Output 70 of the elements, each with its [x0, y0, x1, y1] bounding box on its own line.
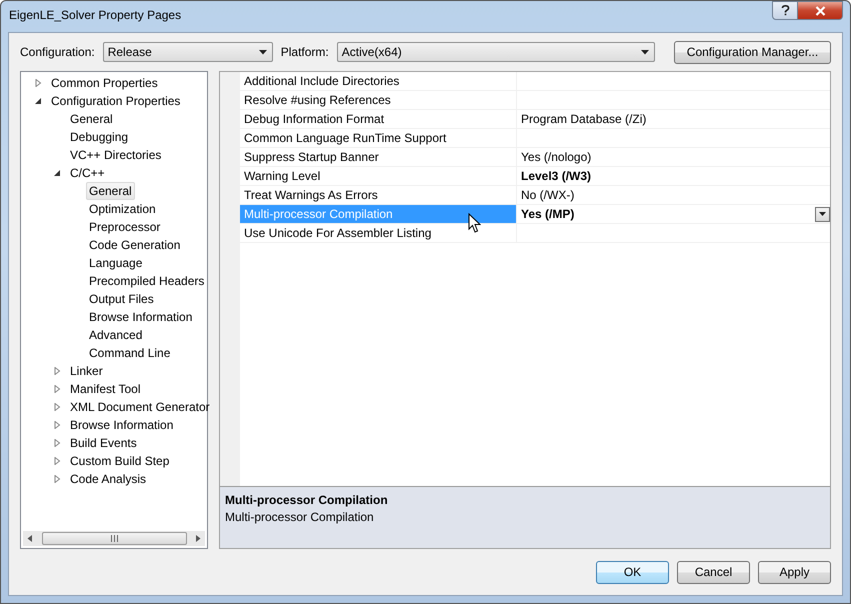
- collapsed-triangle-icon[interactable]: [53, 457, 61, 465]
- property-name[interactable]: Warning Level: [240, 167, 517, 186]
- configuration-dropdown[interactable]: Release: [102, 42, 273, 62]
- collapsed-triangle-icon[interactable]: [53, 421, 61, 429]
- tree-item[interactable]: General: [86, 182, 135, 200]
- collapsed-triangle-icon[interactable]: [53, 385, 61, 393]
- tree-item[interactable]: Code Analysis: [67, 470, 150, 488]
- property-value: No (/WX-): [521, 188, 574, 202]
- tree-item[interactable]: Browse Information: [67, 416, 176, 434]
- tree-item[interactable]: Debugging: [67, 128, 132, 146]
- tree-item[interactable]: Manifest Tool: [67, 380, 144, 398]
- horizontal-scrollbar[interactable]: [23, 531, 205, 546]
- scroll-thumb[interactable]: [42, 532, 186, 545]
- description-title: Multi-processor Compilation: [225, 493, 389, 507]
- tree-item[interactable]: Advanced: [86, 326, 146, 344]
- platform-dropdown[interactable]: Active(x64): [336, 42, 655, 62]
- property-value: Yes (/nologo): [521, 150, 592, 164]
- tree-item[interactable]: Custom Build Step: [67, 452, 172, 470]
- description-text: Multi-processor Compilation: [225, 510, 375, 524]
- property-name[interactable]: Resolve #using References: [240, 91, 517, 110]
- property-name[interactable]: Common Language RunTime Support: [240, 129, 517, 148]
- dialog-button[interactable]: Cancel: [677, 560, 750, 584]
- property-name[interactable]: Debug Information Format: [240, 110, 517, 129]
- scroll-left-arrow-icon: [27, 535, 33, 542]
- expanded-triangle-icon[interactable]: [34, 97, 42, 105]
- tree-item[interactable]: Precompiled Headers: [86, 272, 208, 290]
- property-value: Yes (/MP): [521, 207, 574, 221]
- mouse-pointer-icon: [468, 213, 481, 234]
- configuration-label: Configuration:: [20, 45, 95, 59]
- property-name[interactable]: Suppress Startup Banner: [240, 148, 517, 167]
- tree-item[interactable]: Language: [86, 254, 146, 272]
- tree-item[interactable]: Configuration Properties: [48, 92, 184, 110]
- tree-item[interactable]: C/C++: [67, 164, 108, 182]
- collapsed-triangle-icon[interactable]: [53, 403, 61, 411]
- tree-item[interactable]: VC++ Directories: [67, 146, 164, 164]
- value-dropdown-button[interactable]: [815, 206, 830, 222]
- tree-item[interactable]: Build Events: [67, 434, 140, 452]
- tree-item[interactable]: Preprocessor: [86, 218, 164, 236]
- close-button[interactable]: [798, 1, 843, 20]
- collapsed-triangle-icon[interactable]: [34, 79, 42, 87]
- dialog-button[interactable]: Apply: [758, 560, 831, 584]
- property-value: Program Database (/Zi): [521, 112, 646, 126]
- tree-item[interactable]: XML Document Generator: [67, 398, 213, 416]
- dropdown-arrow-icon: [819, 212, 826, 216]
- dropdown-arrow-icon: [258, 50, 267, 54]
- tree-item[interactable]: Common Properties: [48, 74, 161, 92]
- expanded-triangle-icon[interactable]: [53, 169, 61, 177]
- help-button[interactable]: [772, 1, 798, 20]
- tree-item[interactable]: Command Line: [86, 344, 174, 362]
- collapsed-triangle-icon[interactable]: [53, 367, 61, 375]
- dropdown-arrow-icon: [640, 50, 649, 54]
- tree-item[interactable]: General: [67, 110, 116, 128]
- tree-item[interactable]: Optimization: [86, 200, 159, 218]
- question-mark-icon: [780, 5, 790, 16]
- grip-icon: [110, 535, 118, 542]
- scroll-right-arrow-icon: [195, 535, 201, 542]
- dialog-button[interactable]: OK: [596, 560, 669, 584]
- platform-label: Platform:: [280, 45, 329, 59]
- tree-item[interactable]: Code Generation: [86, 236, 184, 254]
- collapsed-triangle-icon[interactable]: [53, 439, 61, 447]
- tree-item[interactable]: Linker: [67, 362, 106, 380]
- property-value: Level3 (/W3): [521, 169, 592, 183]
- window-title: EigenLE_Solver Property Pages: [8, 7, 182, 22]
- close-icon: [814, 6, 826, 16]
- configuration-manager-button[interactable]: Configuration Manager...: [674, 40, 831, 64]
- property-name[interactable]: Additional Include Directories: [240, 72, 517, 91]
- tree-item[interactable]: Browse Information: [86, 308, 196, 326]
- collapsed-triangle-icon[interactable]: [53, 475, 61, 483]
- tree-item[interactable]: Output Files: [86, 290, 157, 308]
- property-name[interactable]: Use Unicode For Assembler Listing: [240, 224, 517, 243]
